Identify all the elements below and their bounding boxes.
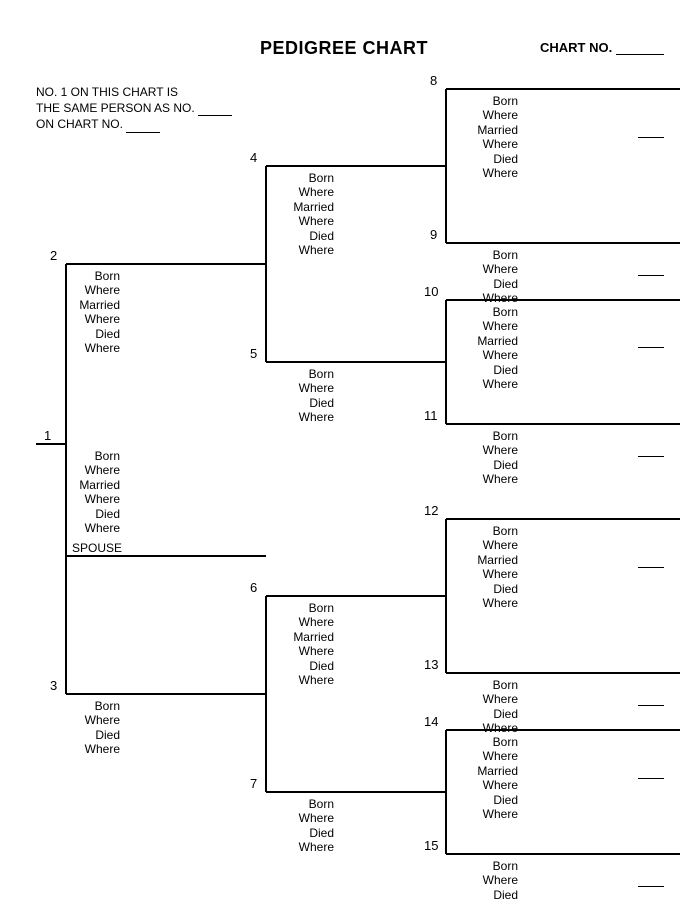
individual-9-number: 9 [430, 227, 437, 242]
individual-7-number: 7 [250, 776, 257, 791]
individual-14-fields[interactable]: Born Where Married Where Died Where [452, 735, 518, 821]
individual-8-number: 8 [430, 73, 437, 88]
individual-11-fields[interactable]: Born Where Died Where [452, 429, 518, 487]
individual-12-number: 12 [424, 503, 438, 518]
individual-15-number: 15 [424, 838, 438, 853]
continuation-dash-8 [638, 137, 664, 138]
individual-13-fields[interactable]: Born Where Died Where [452, 678, 518, 736]
individual-1-fields[interactable]: Born Where Married Where Died Where [54, 449, 120, 535]
individual-10-number: 10 [424, 284, 438, 299]
individual-5-fields[interactable]: Born Where Died Where [268, 367, 334, 425]
individual-2-fields[interactable]: Born Where Married Where Died Where [54, 269, 120, 355]
individual-12-fields[interactable]: Born Where Married Where Died Where [452, 524, 518, 610]
continuation-dash-9 [638, 275, 664, 276]
pedigree-chart-page: PEDIGREE CHART CHART NO. NO. 1 ON THIS C… [0, 0, 696, 900]
individual-3-number: 3 [50, 678, 57, 693]
individual-3-fields[interactable]: Born Where Died Where [54, 699, 120, 757]
individual-2-number: 2 [50, 248, 57, 263]
individual-7-fields[interactable]: Born Where Died Where [268, 797, 334, 855]
individual-4-fields[interactable]: Born Where Married Where Died Where [268, 171, 334, 257]
continuation-dash-12 [638, 567, 664, 568]
individual-4-number: 4 [250, 150, 257, 165]
spouse-label: SPOUSE [72, 541, 122, 555]
individual-1-number: 1 [44, 428, 51, 443]
individual-14-number: 14 [424, 714, 438, 729]
continuation-dash-11 [638, 456, 664, 457]
individual-6-fields[interactable]: Born Where Married Where Died Where [268, 601, 334, 687]
continuation-dash-10 [638, 347, 664, 348]
individual-6-number: 6 [250, 580, 257, 595]
individual-13-number: 13 [424, 657, 438, 672]
continuation-dash-14 [638, 778, 664, 779]
individual-5-number: 5 [250, 346, 257, 361]
individual-8-fields[interactable]: Born Where Married Where Died Where [452, 94, 518, 180]
individual-11-number: 11 [424, 408, 438, 423]
individual-15-fields[interactable]: Born Where Died Where [452, 859, 518, 900]
continuation-dash-13 [638, 705, 664, 706]
individual-9-fields[interactable]: Born Where Died Where [452, 248, 518, 306]
continuation-dash-15 [638, 886, 664, 887]
individual-10-fields[interactable]: Born Where Married Where Died Where [452, 305, 518, 391]
